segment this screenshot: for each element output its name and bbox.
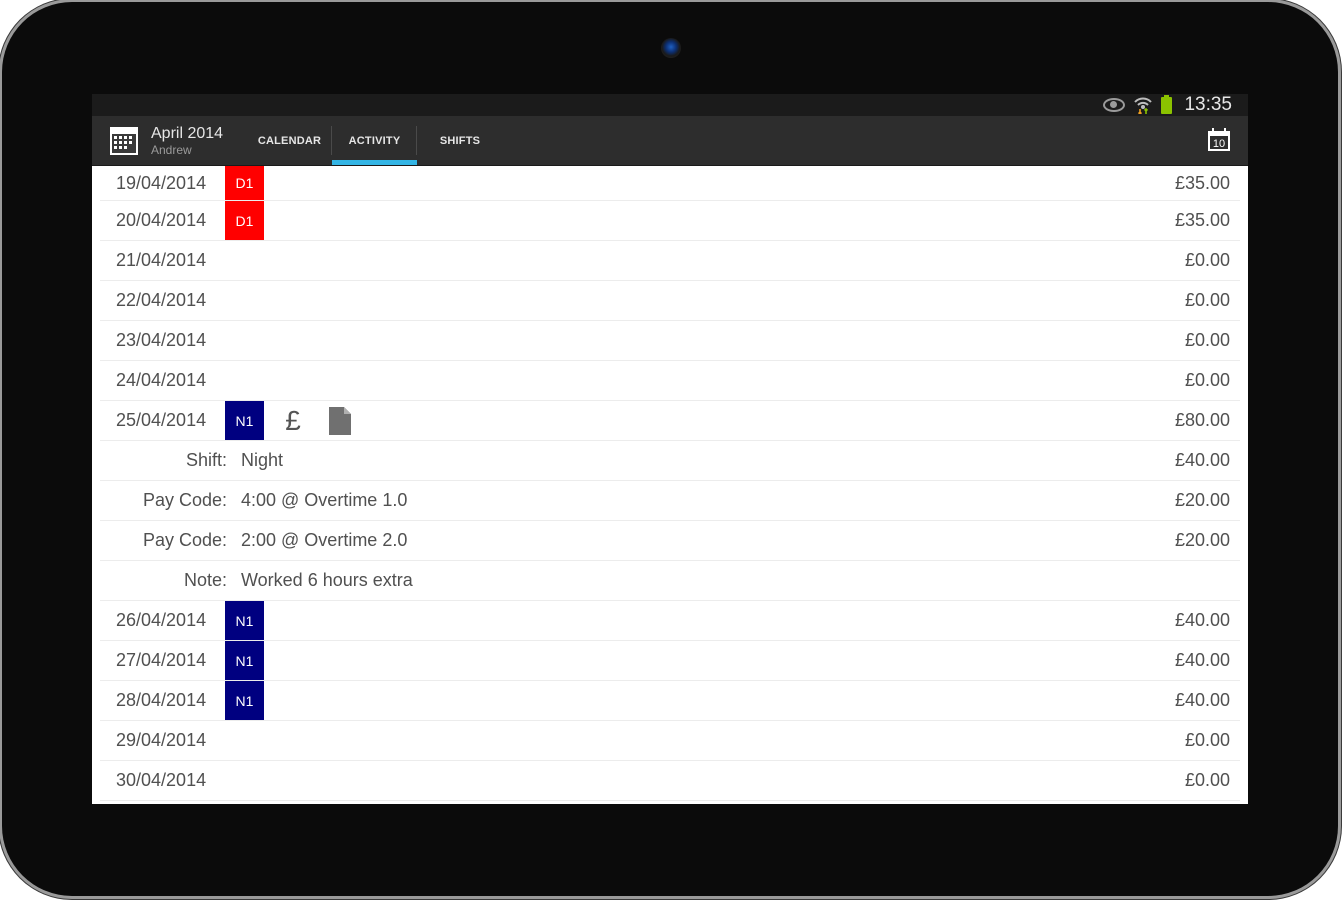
day-row[interactable]: 21/04/2014 £0.00 xyxy=(100,241,1240,281)
shift-badge[interactable]: N1 xyxy=(225,601,264,640)
camera-lens xyxy=(661,38,681,58)
row-shift-area: N1 xyxy=(225,641,366,680)
day-row[interactable]: 24/04/2014 £0.00 xyxy=(100,361,1240,401)
today-calendar-icon[interactable]: 10 xyxy=(1206,127,1232,153)
row-shift-area xyxy=(225,721,366,760)
user-name: Andrew xyxy=(151,142,192,157)
detail-label: Pay Code: xyxy=(142,490,227,510)
row-shift-area xyxy=(225,281,366,320)
row-date: 25/04/2014 xyxy=(116,410,207,430)
row-shift-area xyxy=(225,321,366,360)
row-amount: £20.00 xyxy=(1174,530,1230,550)
detail-value: Worked 6 hours extra xyxy=(241,570,413,590)
row-amount: £0.00 xyxy=(1184,290,1230,310)
battery-icon xyxy=(1161,94,1173,114)
row-date: 19/04/2014 xyxy=(116,172,207,193)
detail-label: Pay Code: xyxy=(142,530,227,550)
activity-list-inner: 19/04/2014 D1 £35.00 20/04/2014 D1 £35.00 21/0… xyxy=(100,166,1240,804)
row-shift-area: D1 xyxy=(225,166,366,200)
row-amount: £0.00 xyxy=(1184,330,1230,350)
status-bar: 13:35 xyxy=(92,94,1248,116)
day-row[interactable]: 30/04/2014 £0.00 xyxy=(100,761,1240,801)
row-shift-area: D1 xyxy=(225,201,366,240)
screen: 13:35 April 2014 Andrew CALENDAR ACTIVIT… xyxy=(92,94,1248,804)
row-date: 30/04/2014 xyxy=(116,770,207,790)
row-shift-area xyxy=(225,361,366,400)
row-date: 27/04/2014 xyxy=(116,650,207,670)
row-shift-area: N1 xyxy=(225,601,366,640)
day-row[interactable]: 25/04/2014 N1 £ £80.00 xyxy=(100,401,1240,441)
row-date: 24/04/2014 xyxy=(116,370,207,390)
clock: 13:35 xyxy=(1184,94,1232,115)
day-row[interactable]: 19/04/2014 D1 £35.00 xyxy=(100,166,1240,201)
detail-value: 4:00 @ Overtime 1.0 xyxy=(241,490,408,510)
row-amount: £35.00 xyxy=(1174,210,1230,230)
shift-badge[interactable]: N1 xyxy=(225,641,264,680)
tab-calendar[interactable]: CALENDAR xyxy=(247,116,332,165)
day-row[interactable]: 29/04/2014 £0.00 xyxy=(100,721,1240,761)
day-row[interactable]: 20/04/2014 D1 £35.00 xyxy=(100,201,1240,241)
detail-value: 2:00 @ Overtime 2.0 xyxy=(241,530,408,550)
row-amount: £0.00 xyxy=(1184,730,1230,750)
row-amount: £0.00 xyxy=(1184,370,1230,390)
row-shift-area xyxy=(225,241,366,280)
row-amount: £0.00 xyxy=(1184,250,1230,270)
row-date: 29/04/2014 xyxy=(116,730,207,750)
row-amount: £40.00 xyxy=(1174,690,1230,710)
row-amount: £40.00 xyxy=(1174,610,1230,630)
title-block[interactable]: April 2014 Andrew xyxy=(151,125,247,157)
detail-row[interactable]: Shift: Night £40.00 xyxy=(100,441,1240,481)
day-row[interactable]: 22/04/2014 £0.00 xyxy=(100,281,1240,321)
note-icon xyxy=(329,406,351,435)
shift-badge[interactable]: D1 xyxy=(225,166,264,200)
pay-code-icon: £ xyxy=(285,404,301,436)
activity-list[interactable]: 19/04/2014 D1 £35.00 20/04/2014 D1 £35.00 21/0… xyxy=(92,166,1248,804)
day-row[interactable]: 26/04/2014 N1 £40.00 xyxy=(100,601,1240,641)
tab-shifts[interactable]: SHIFTS xyxy=(417,116,503,165)
wifi-icon xyxy=(1133,96,1153,116)
shift-badge[interactable]: N1 xyxy=(225,401,264,440)
detail-label: Shift: xyxy=(185,450,227,470)
row-date: 26/04/2014 xyxy=(116,610,207,630)
row-shift-area: N1 £ xyxy=(225,401,366,440)
row-date: 22/04/2014 xyxy=(116,290,207,310)
today-day-label: 10 xyxy=(1213,138,1225,150)
shift-badge[interactable]: N1 xyxy=(225,681,264,720)
row-date: 21/04/2014 xyxy=(116,250,207,270)
detail-value: Night xyxy=(241,450,284,470)
row-amount: £80.00 xyxy=(1174,410,1230,430)
row-date: 23/04/2014 xyxy=(116,330,207,350)
day-row[interactable]: 28/04/2014 N1 £40.00 xyxy=(100,681,1240,721)
tab-bar: CALENDAR ACTIVITY SHIFTS xyxy=(247,116,503,165)
row-amount: £35.00 xyxy=(1174,172,1230,193)
detail-label: Note: xyxy=(183,570,227,590)
row-date: 20/04/2014 xyxy=(116,210,207,230)
detail-row[interactable]: Pay Code: 4:00 @ Overtime 1.0 £20.00 xyxy=(100,481,1240,521)
row-amount: £40.00 xyxy=(1174,650,1230,670)
row-amount: £40.00 xyxy=(1174,450,1230,470)
row-amount: £20.00 xyxy=(1174,490,1230,510)
tab-activity[interactable]: ACTIVITY xyxy=(332,116,417,165)
day-row[interactable]: 23/04/2014 £0.00 xyxy=(100,321,1240,361)
row-shift-area xyxy=(225,761,366,800)
detail-row[interactable]: Pay Code: 2:00 @ Overtime 2.0 £20.00 xyxy=(100,521,1240,561)
row-date: 28/04/2014 xyxy=(116,690,207,710)
row-shift-area: N1 xyxy=(225,681,366,720)
calendar-app-icon[interactable] xyxy=(109,126,139,156)
row-amount: £0.00 xyxy=(1184,770,1230,790)
eye-icon xyxy=(1103,98,1126,112)
detail-row[interactable]: Note: Worked 6 hours extra xyxy=(100,561,1240,601)
month-title: April 2014 xyxy=(151,124,224,142)
action-bar: April 2014 Andrew CALENDAR ACTIVITY SHIF… xyxy=(92,116,1248,166)
day-row[interactable]: 27/04/2014 N1 £40.00 xyxy=(100,641,1240,681)
shift-badge[interactable]: D1 xyxy=(225,201,264,240)
